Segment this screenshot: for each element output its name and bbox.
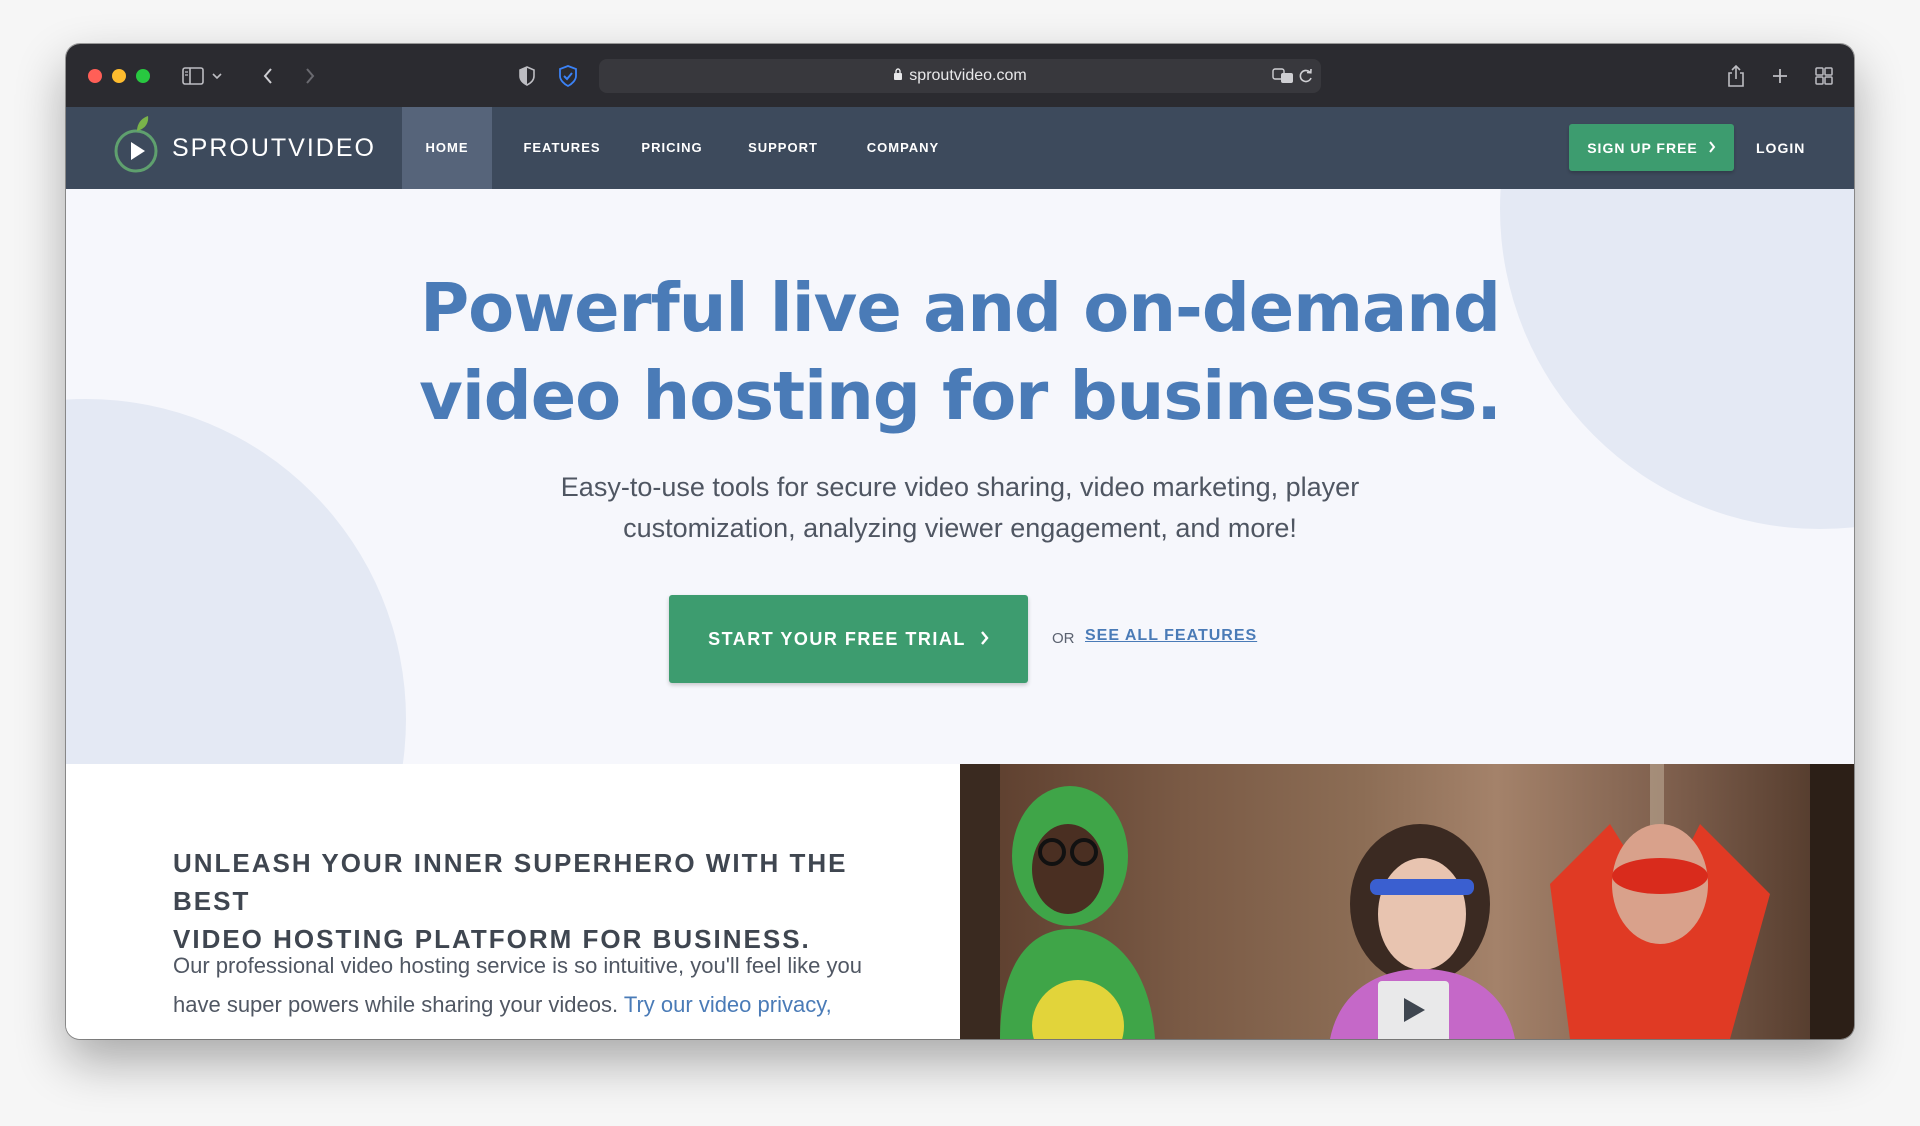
reload-button[interactable]: [1295, 62, 1317, 90]
sprout-play-icon: [112, 115, 164, 182]
share-icon: [1727, 65, 1745, 87]
nav-company[interactable]: COMPANY: [846, 107, 960, 189]
chevron-right-icon: [980, 629, 989, 650]
new-tab-button[interactable]: [1766, 62, 1794, 90]
translate-button[interactable]: [1271, 62, 1295, 90]
privacy-report-button[interactable]: [513, 62, 541, 90]
site-header: SPROUTVIDEO HOME FEATURES PRICING SUPPOR…: [66, 107, 1854, 189]
hero-subheadline: Easy-to-use tools for secure video shari…: [66, 467, 1854, 549]
translate-icon: [1272, 68, 1294, 84]
url-text: sproutvideo.com: [909, 67, 1027, 84]
chevron-right-icon: [1708, 140, 1716, 156]
lock-icon: [893, 68, 903, 86]
chevron-down-icon: [212, 72, 222, 80]
cta-label: START YOUR FREE TRIAL: [708, 628, 966, 649]
promo-video-player[interactable]: [960, 764, 1854, 1039]
nav-support[interactable]: SUPPORT: [730, 107, 836, 189]
sidebar-toggle-button[interactable]: [178, 62, 226, 90]
browser-window: sproutvideo.com SPROUTVIDEO HOME FEATURE…: [66, 44, 1854, 1039]
or-text: OR: [1052, 630, 1075, 647]
headline-line-2: video hosting for businesses.: [419, 357, 1502, 435]
zoom-window-button[interactable]: [136, 69, 150, 83]
subheadline-line-2: customization, analyzing viewer engageme…: [623, 513, 1297, 543]
sign-up-label: SIGN UP FREE: [1587, 139, 1698, 156]
chevron-right-icon: [304, 67, 316, 85]
address-bar[interactable]: sproutvideo.com: [599, 59, 1321, 93]
section-title: UNLEASH YOUR INNER SUPERHERO WITH THE BE…: [173, 844, 913, 958]
password-extension-button[interactable]: [554, 62, 582, 90]
headline-line-1: Powerful live and on-demand: [420, 269, 1501, 347]
minimize-window-button[interactable]: [112, 69, 126, 83]
sign-up-free-button[interactable]: SIGN UP FREE: [1569, 124, 1734, 171]
grid-icon: [1815, 67, 1833, 85]
chevron-left-icon: [262, 67, 274, 85]
decorative-circle-left: [66, 399, 406, 764]
section-body: Our professional video hosting service i…: [173, 946, 913, 1024]
shield-check-icon: [558, 65, 578, 87]
subheadline-line-1: Easy-to-use tools for secure video shari…: [560, 472, 1360, 502]
nav-home[interactable]: HOME: [402, 107, 492, 189]
nav-pricing[interactable]: PRICING: [624, 107, 720, 189]
address-text: sproutvideo.com: [599, 67, 1321, 86]
start-free-trial-button[interactable]: START YOUR FREE TRIAL: [669, 595, 1028, 683]
play-button[interactable]: [1378, 981, 1449, 1039]
close-window-button[interactable]: [88, 69, 102, 83]
logo-text: SPROUTVIDEO: [172, 133, 376, 162]
nav-features[interactable]: FEATURES: [506, 107, 618, 189]
site-logo[interactable]: SPROUTVIDEO: [112, 115, 376, 182]
login-link[interactable]: LOGIN: [1756, 107, 1805, 189]
play-icon: [1401, 996, 1427, 1029]
browser-toolbar: sproutvideo.com: [66, 44, 1854, 108]
intro-section: UNLEASH YOUR INNER SUPERHERO WITH THE BE…: [66, 764, 1854, 1039]
see-all-features-link[interactable]: SEE ALL FEATURES: [1085, 627, 1257, 645]
forward-button[interactable]: [296, 62, 324, 90]
tab-overview-button[interactable]: [1810, 62, 1838, 90]
reload-icon: [1299, 68, 1313, 84]
section-title-line-1: UNLEASH YOUR INNER SUPERHERO WITH THE BE…: [173, 848, 848, 916]
video-privacy-link[interactable]: Try our video privacy,: [624, 992, 832, 1017]
plus-icon: [1771, 67, 1789, 85]
back-button[interactable]: [254, 62, 282, 90]
share-button[interactable]: [1722, 62, 1750, 90]
sidebar-icon: [182, 67, 204, 85]
hero-headline: Powerful live and on-demand video hostin…: [66, 264, 1854, 440]
hero-section: Powerful live and on-demand video hostin…: [66, 189, 1854, 764]
half-shield-icon: [518, 66, 536, 86]
